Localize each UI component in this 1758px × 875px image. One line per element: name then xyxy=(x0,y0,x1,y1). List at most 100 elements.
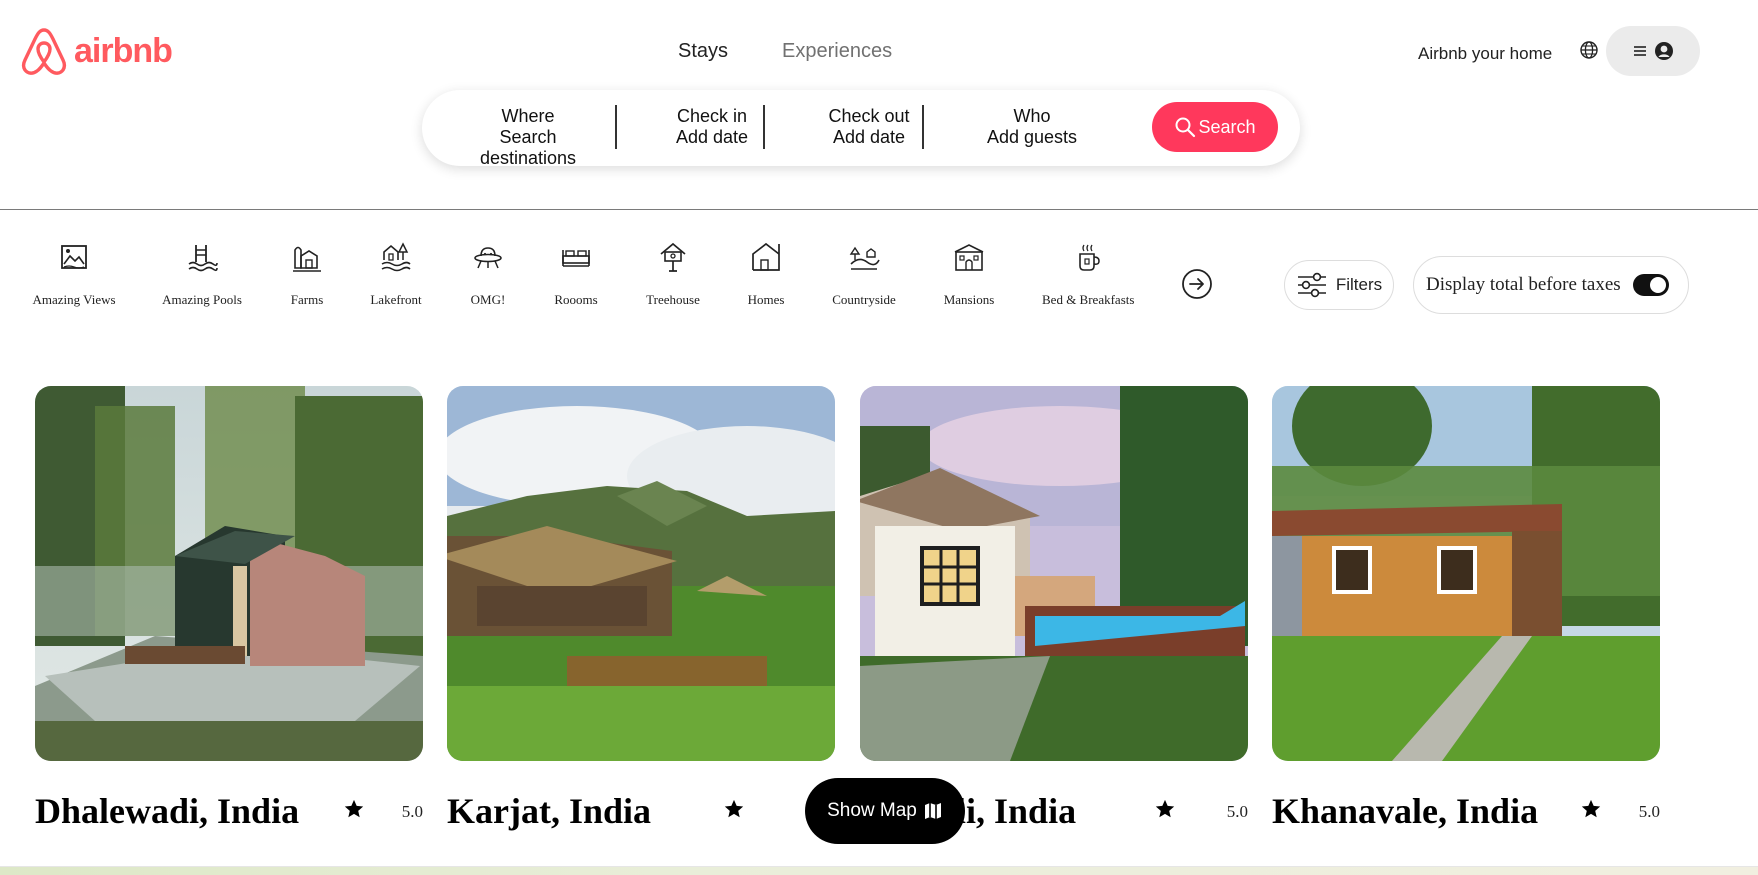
show-map-button[interactable]: Show Map xyxy=(805,778,965,844)
category-bed-breakfasts[interactable]: Bed & Breakfasts xyxy=(1042,240,1134,308)
who-value: Add guests xyxy=(986,127,1078,147)
category-amazing-views[interactable]: Amazing Views xyxy=(30,240,118,308)
wooden-cottage-photo xyxy=(1272,386,1660,761)
category-label: Amazing Views xyxy=(32,292,116,307)
category-label: Treehouse xyxy=(646,292,700,307)
check-in-value: Add date xyxy=(675,127,749,147)
listing-title[interactable]: Karjat, India xyxy=(447,790,651,832)
search-divider xyxy=(615,105,617,149)
arrow-right-circle-icon xyxy=(1182,269,1212,299)
search-where[interactable]: Where Search destinations xyxy=(450,106,606,169)
airbnb-logo-icon xyxy=(21,28,67,75)
listing-rating: 5.0 xyxy=(1638,802,1660,821)
user-circle-icon xyxy=(1655,42,1673,60)
check-in-label: Check in xyxy=(676,106,748,126)
search-button[interactable]: Search xyxy=(1152,102,1278,152)
sliders-icon xyxy=(1297,272,1326,298)
star-icon xyxy=(724,799,744,818)
homes-icon xyxy=(752,242,780,271)
listing-card[interactable]: Karjat, India xyxy=(447,386,835,831)
category-omg[interactable]: OMG! xyxy=(466,240,510,308)
category-label: Homes xyxy=(747,292,785,307)
brand-name: airbnb xyxy=(74,31,173,70)
category-homes[interactable]: Homes xyxy=(742,240,790,308)
bottom-strip xyxy=(0,866,1758,875)
check-out-value: Add date xyxy=(832,127,906,147)
lakefront-icon xyxy=(381,242,411,272)
user-menu-button[interactable] xyxy=(1606,26,1700,76)
category-label: Amazing Pools xyxy=(162,292,242,307)
farms-icon xyxy=(293,246,321,272)
listing-photo[interactable] xyxy=(35,386,423,761)
listing-card[interactable]: Kasheli, India 5.0 xyxy=(860,386,1248,831)
tab-stays[interactable]: Stays xyxy=(678,40,728,63)
where-value: Search destinations xyxy=(479,127,577,168)
header: airbnb Stays Experiences Airbnb your hom… xyxy=(0,0,1758,210)
airbnb-your-home-link[interactable]: Airbnb your home xyxy=(1418,44,1552,64)
tab-experiences[interactable]: Experiences xyxy=(782,40,892,63)
category-farms[interactable]: Farms xyxy=(282,240,332,308)
show-map-label: Show Map xyxy=(827,800,917,821)
category-amazing-pools[interactable]: Amazing Pools xyxy=(160,240,244,308)
category-label: Farms xyxy=(290,292,324,307)
search-icon xyxy=(1175,117,1196,138)
category-label: Lakefront xyxy=(370,292,422,307)
map-icon xyxy=(924,803,941,819)
category-label: Countryside xyxy=(832,292,896,307)
search-check-in[interactable]: Check in Add date xyxy=(662,106,762,148)
mansions-icon xyxy=(954,244,984,271)
right-nav: Airbnb your home xyxy=(1418,26,1758,78)
where-label: Where xyxy=(501,106,555,126)
star-icon xyxy=(344,799,364,818)
category-scroll-right-button[interactable] xyxy=(1181,268,1213,305)
search-check-out[interactable]: Check out Add date xyxy=(814,106,924,148)
search-divider xyxy=(922,105,924,149)
amazing-views-icon xyxy=(61,245,87,269)
star-icon xyxy=(1581,799,1601,818)
category-countryside[interactable]: Countryside xyxy=(830,240,898,308)
who-label: Who xyxy=(1013,106,1051,126)
hut-photo xyxy=(447,386,835,761)
search-bar: Where Search destinations Check in Add d… xyxy=(422,90,1300,169)
star-icon xyxy=(1155,799,1175,818)
category-label: Bed & Breakfasts xyxy=(1042,292,1135,307)
countryside-icon xyxy=(849,246,880,270)
check-out-label: Check out xyxy=(828,106,910,126)
toggle-knob xyxy=(1649,277,1666,293)
treehouse-icon xyxy=(660,242,686,272)
listing-photo[interactable] xyxy=(1272,386,1660,761)
bed-breakfasts-icon xyxy=(1079,244,1100,271)
taxes-toggle-label: Display total before taxes xyxy=(1426,274,1621,295)
listing-card[interactable]: Dhalewadi, India 5.0 xyxy=(35,386,423,831)
pool-cottage-photo xyxy=(860,386,1248,761)
listing-title[interactable]: Dhalewadi, India xyxy=(35,790,299,832)
category-label: Mansions xyxy=(943,292,995,307)
listing-title[interactable]: Khanavale, India xyxy=(1272,790,1538,832)
filters-label: Filters xyxy=(1335,275,1383,294)
search-divider xyxy=(763,105,765,149)
omg-icon xyxy=(474,247,502,269)
globe-icon[interactable] xyxy=(1579,40,1599,65)
category-label: Roooms xyxy=(554,292,598,307)
search-button-label: Search xyxy=(1198,116,1256,137)
rooms-icon xyxy=(562,250,590,267)
cabin-photo xyxy=(35,386,423,761)
category-treehouse[interactable]: Treehouse xyxy=(640,240,706,308)
top-tabs: Stays Experiences xyxy=(678,40,892,63)
hamburger-icon xyxy=(1634,46,1646,56)
listing-rating: 5.0 xyxy=(1226,802,1248,821)
listing-photo[interactable] xyxy=(447,386,835,761)
toggle-switch[interactable] xyxy=(1632,274,1669,296)
listing-photo[interactable] xyxy=(860,386,1248,761)
category-lakefront[interactable]: Lakefront xyxy=(366,240,426,308)
airbnb-logo[interactable]: airbnb xyxy=(20,26,173,76)
listing-rating: 5.0 xyxy=(401,802,423,821)
category-mansions[interactable]: Mansions xyxy=(936,240,1002,308)
filters-button[interactable]: Filters xyxy=(1284,260,1394,310)
amazing-pools-icon xyxy=(188,245,218,272)
display-total-toggle[interactable]: Display total before taxes xyxy=(1413,256,1689,314)
search-who[interactable]: Who Add guests xyxy=(982,106,1082,148)
category-rooms[interactable]: Roooms xyxy=(550,240,602,308)
category-label: OMG! xyxy=(470,292,506,307)
listing-card[interactable]: Khanavale, India 5.0 xyxy=(1272,386,1660,831)
